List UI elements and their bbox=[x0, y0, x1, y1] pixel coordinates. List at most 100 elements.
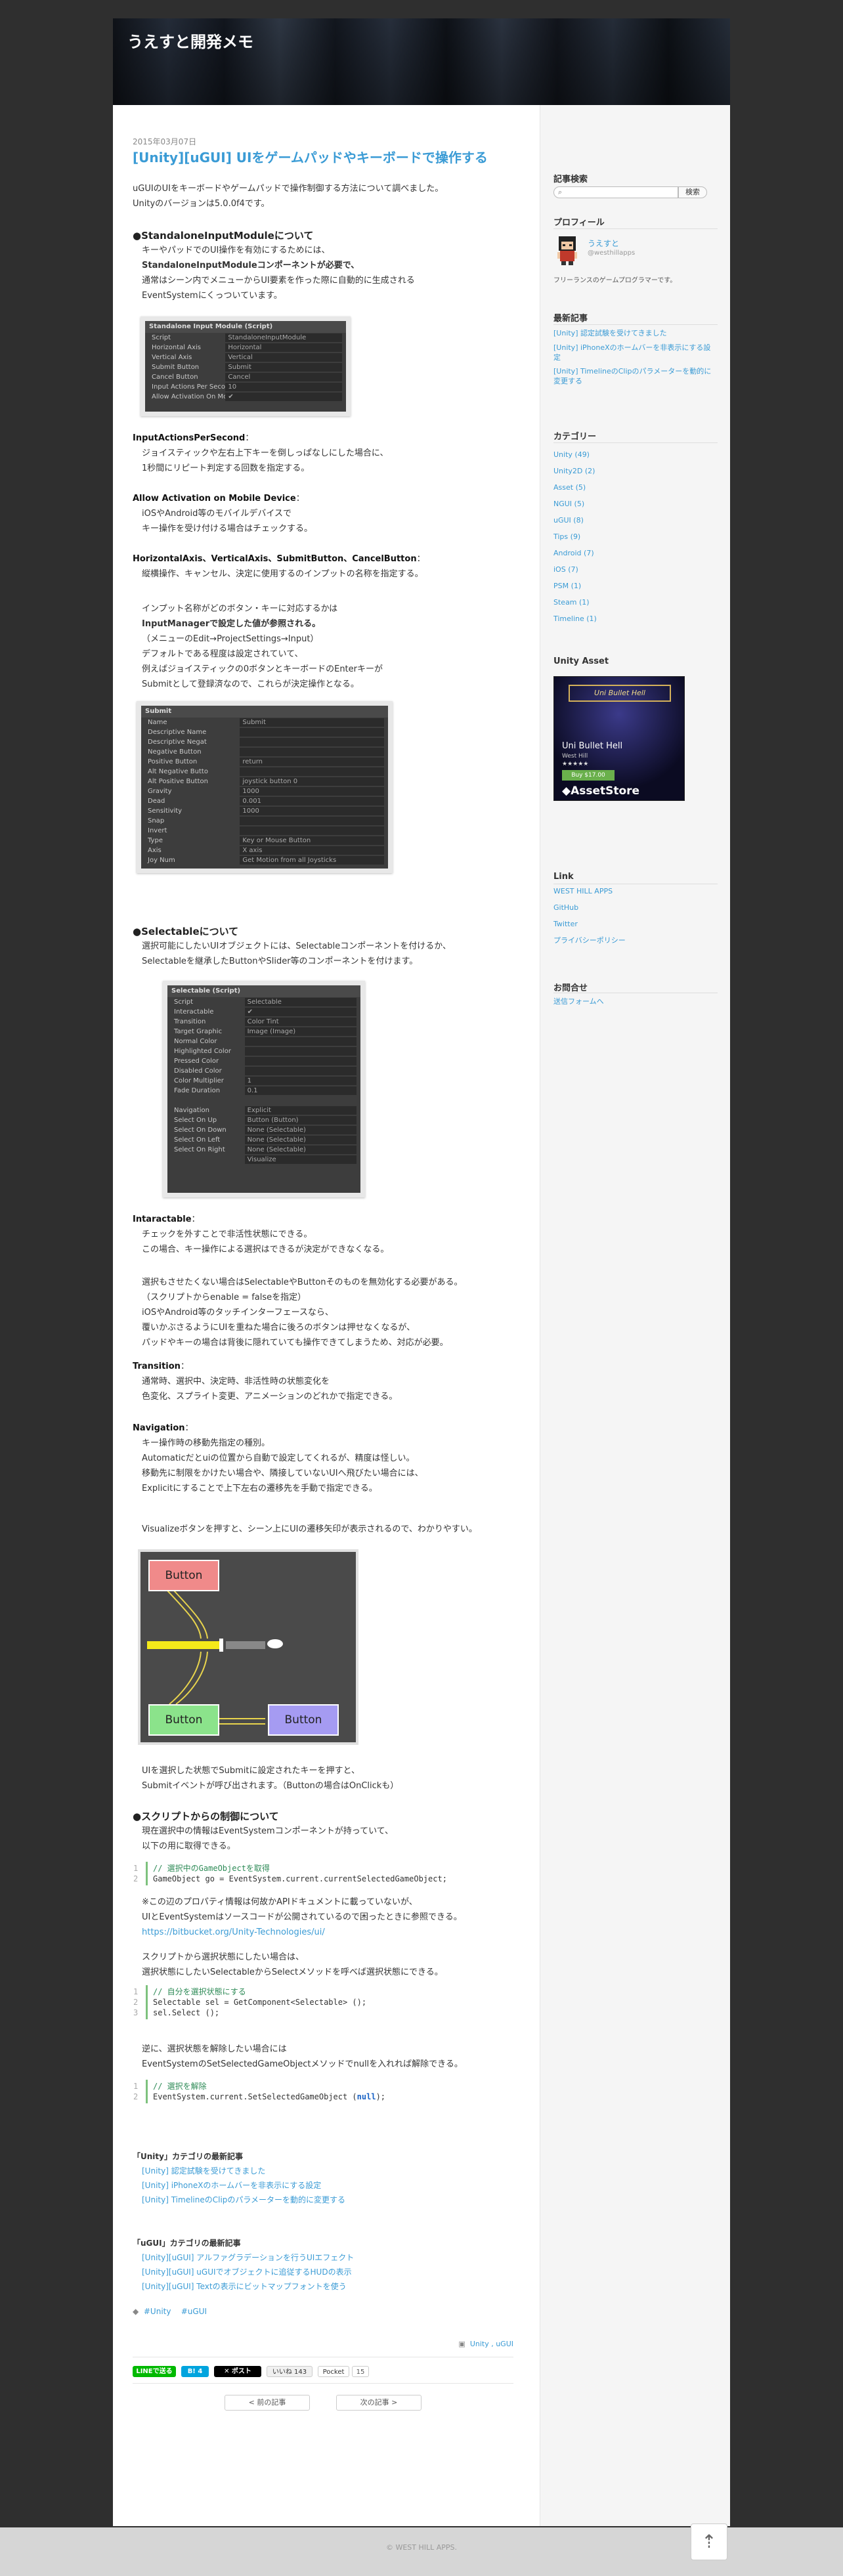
pocket-button[interactable]: Pocket bbox=[318, 2366, 349, 2377]
recent-post-link[interactable]: [Unity] 認定試験を受けてきました bbox=[553, 328, 718, 338]
hatena-bookmark-button[interactable]: B! 4 bbox=[181, 2366, 209, 2377]
related-link[interactable]: [Unity][uGUI] アルファグラデーションを行うUIエフェクト bbox=[133, 2250, 513, 2265]
category-link[interactable]: uGUI (8) bbox=[553, 512, 597, 528]
site-title[interactable]: うえすと開発メモ bbox=[127, 29, 253, 52]
inspector-value[interactable]: None (Selectable) bbox=[244, 1126, 357, 1134]
contact-heading: お問合せ bbox=[553, 983, 588, 993]
inspector-value[interactable]: Horizontal bbox=[225, 343, 342, 352]
category-link[interactable]: Tips (9) bbox=[553, 528, 597, 545]
post-categories: ▣ Unity , uGUI bbox=[458, 2340, 513, 2348]
link-twitter[interactable]: Twitter bbox=[553, 919, 718, 929]
inspector-value[interactable] bbox=[240, 728, 384, 737]
related-link[interactable]: [Unity] 認定試験を受けてきました bbox=[133, 2164, 513, 2178]
category-link[interactable]: Unity2D (2) bbox=[553, 463, 597, 479]
assetstore-logo: ◆AssetStore bbox=[562, 784, 639, 798]
like-button[interactable]: いいね 143 bbox=[267, 2366, 313, 2377]
tag-link[interactable]: #Unity bbox=[144, 2307, 171, 2316]
asset-heading: Unity Asset bbox=[553, 656, 609, 666]
category-link[interactable]: Timeline (1) bbox=[553, 611, 597, 627]
category-link[interactable]: Asset (5) bbox=[553, 479, 597, 496]
inspector-value[interactable]: 1000 bbox=[240, 787, 384, 796]
contact-form-link[interactable]: 送信フォームへ bbox=[553, 997, 718, 1006]
code-text: ); bbox=[376, 2092, 386, 2101]
post-title[interactable]: [Unity][uGUI] UIをゲームパッドやキーボードで操作する bbox=[133, 150, 513, 166]
profile-name[interactable]: うえすと bbox=[588, 238, 619, 249]
inspector-value[interactable] bbox=[240, 826, 384, 835]
section-heading: ●Selectableについて bbox=[133, 926, 239, 937]
inspector-value[interactable]: Explicit bbox=[244, 1106, 357, 1115]
inspector-value[interactable] bbox=[240, 767, 384, 776]
asset-banner[interactable]: Uni Bullet Hell Uni Bullet Hell West Hil… bbox=[553, 676, 685, 801]
inspector-value[interactable]: 1000 bbox=[240, 807, 384, 815]
inspector-value[interactable] bbox=[244, 1057, 357, 1065]
related-link[interactable]: [Unity] TimelineのClipのパラメーターを動的に変更する bbox=[133, 2193, 513, 2207]
category-link[interactable]: Steam (1) bbox=[553, 594, 597, 611]
inspector-value[interactable] bbox=[240, 817, 384, 825]
inspector-value[interactable] bbox=[244, 1067, 357, 1075]
text-line: Submitとして登録済なので、これらが決定操作となる。 bbox=[142, 679, 359, 689]
inspector-value[interactable]: None (Selectable) bbox=[244, 1146, 357, 1154]
inspector-value[interactable]: Visualize bbox=[244, 1155, 357, 1164]
category-link[interactable]: Unity (49) bbox=[553, 446, 597, 463]
inspector-value[interactable]: 0.1 bbox=[244, 1086, 357, 1095]
inspector-value[interactable]: Button (Button) bbox=[244, 1116, 357, 1125]
inspector-value[interactable]: X axis bbox=[240, 846, 384, 855]
inspector-label: Sensitivity bbox=[148, 807, 183, 815]
search-input[interactable] bbox=[566, 188, 675, 197]
link-westhillapps[interactable]: WEST HILL APPS bbox=[553, 886, 718, 896]
profile-handle[interactable]: @westhillapps bbox=[588, 249, 635, 257]
prev-post-button[interactable]: < 前の記事 bbox=[225, 2395, 310, 2411]
inspector-value[interactable]: Cancel bbox=[225, 373, 342, 381]
inspector-value[interactable]: 0.001 bbox=[240, 797, 384, 805]
inspector-value[interactable]: 10 bbox=[225, 383, 342, 391]
category-link[interactable]: NGUI (5) bbox=[553, 496, 597, 512]
x-post-button[interactable]: ✕ ポスト bbox=[214, 2366, 261, 2377]
inspector-row: Sensitivity 1000 bbox=[141, 806, 388, 816]
next-post-button[interactable]: 次の記事 > bbox=[336, 2395, 422, 2411]
tag-link[interactable]: #uGUI bbox=[181, 2307, 207, 2316]
inspector-value[interactable] bbox=[244, 1047, 357, 1056]
inspector-value[interactable]: return bbox=[240, 758, 384, 766]
inspector-value[interactable] bbox=[240, 748, 384, 756]
site-header: うえすと開発メモ bbox=[113, 18, 730, 105]
category-links[interactable]: Unity , uGUI bbox=[470, 2340, 513, 2348]
recent-post-link[interactable]: [Unity] TimelineのClipのパラメーターを動的に変更する bbox=[553, 366, 718, 386]
inspector-value[interactable] bbox=[240, 738, 384, 746]
inspector-row: Vertical Axis Vertical bbox=[145, 353, 346, 362]
related-link[interactable]: [Unity] iPhoneXのホームバーを非表示にする設定 bbox=[133, 2178, 513, 2193]
link-privacy-policy[interactable]: プライバシーポリシー bbox=[553, 935, 718, 945]
asset-buy-button[interactable]: Buy $17.00 bbox=[562, 770, 615, 781]
inspector-value[interactable]: Color Tint bbox=[244, 1018, 357, 1026]
related-link[interactable]: [Unity][uGUI] Textの表示にビットマップフォントを使う bbox=[133, 2279, 513, 2294]
inspector-value[interactable]: Image (Image) bbox=[244, 1027, 357, 1036]
inspector-value[interactable]: Vertical bbox=[225, 353, 342, 362]
text-line: パッドやキーの場合は背後に隠れていても操作できてしまうため、対応が必要。 bbox=[142, 1338, 448, 1348]
inspector-value[interactable]: Submit bbox=[225, 363, 342, 372]
inspector-value[interactable]: Key or Mouse Button bbox=[240, 836, 384, 845]
category-link[interactable]: iOS (7) bbox=[553, 561, 597, 578]
code-block-get-selected: 12 // 選択中のGameObjectを取得 GameObject go = … bbox=[133, 1862, 513, 1885]
inspector-value[interactable]: joystick button 0 bbox=[240, 777, 384, 786]
divider bbox=[553, 442, 718, 443]
inspector-value[interactable]: ✔ bbox=[244, 1008, 357, 1016]
code-comment: // 選択中のGameObjectを取得 bbox=[153, 1864, 270, 1873]
category-link[interactable]: PSM (1) bbox=[553, 578, 597, 594]
inspector-value[interactable]: Submit bbox=[240, 718, 384, 727]
inspector-value[interactable] bbox=[244, 1037, 357, 1046]
inspector-value[interactable]: ✔ bbox=[225, 393, 342, 401]
section-text: 選択可能にしたいUIオブジェクトには、Selectableコンポーネントを付ける… bbox=[133, 939, 513, 969]
related-link[interactable]: [Unity][uGUI] uGUIでオブジェクトに追従するHUDの表示 bbox=[133, 2265, 513, 2279]
line-share-button[interactable]: LINEで送る bbox=[133, 2366, 176, 2377]
recent-post-link[interactable]: [Unity] iPhoneXのホームバーを非表示にする設定 bbox=[553, 343, 718, 362]
profile-description: フリーランスのゲームプログラマーです。 bbox=[553, 277, 677, 284]
inspector-value[interactable]: Selectable bbox=[244, 998, 357, 1006]
inspector-value[interactable]: 1 bbox=[244, 1077, 357, 1085]
search-button[interactable]: 検索 bbox=[678, 186, 707, 198]
bitbucket-link[interactable]: https://bitbucket.org/Unity-Technologies… bbox=[142, 1925, 513, 1940]
inspector-value[interactable]: None (Selectable) bbox=[244, 1136, 357, 1144]
link-github[interactable]: GitHub bbox=[553, 903, 718, 912]
inspector-value[interactable]: StandaloneInputModule bbox=[225, 333, 342, 342]
category-link[interactable]: Android (7) bbox=[553, 545, 597, 561]
inspector-value[interactable]: Get Motion from all Joysticks bbox=[240, 856, 384, 865]
back-to-top-button[interactable]: ⇡ bbox=[691, 2523, 727, 2560]
